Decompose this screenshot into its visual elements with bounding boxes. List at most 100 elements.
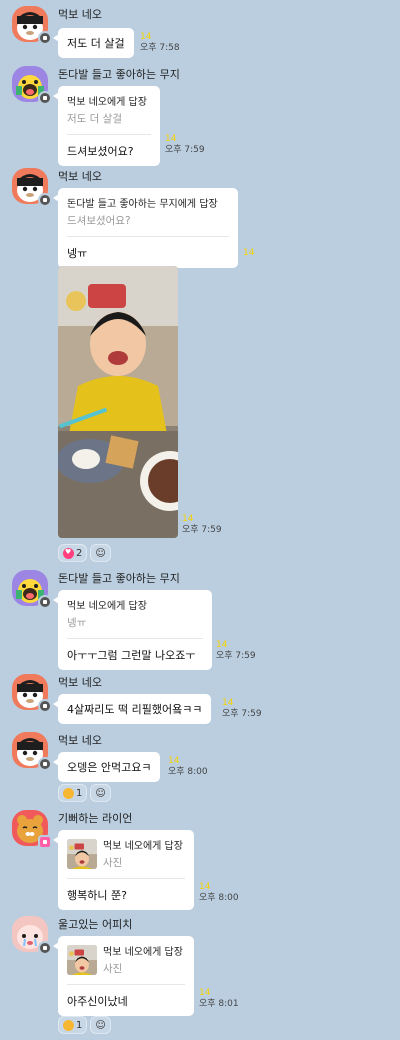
laugh-reaction[interactable]: 1: [58, 1016, 88, 1034]
message-meta: 14 오후 8:00: [168, 756, 208, 778]
message-text: 4살짜리도 떡 리필했어욬ㅋㅋ: [67, 703, 203, 716]
reactions-bar: 2 ☺: [58, 544, 111, 562]
message-text: 저도 더 살걸: [67, 37, 125, 50]
person-icon[interactable]: ☺: [90, 784, 111, 802]
person-icon[interactable]: ☺: [90, 544, 111, 562]
neo-avatar[interactable]: [12, 732, 52, 771]
profile-badge-icon: [38, 941, 52, 955]
message-bubble[interactable]: 오뎅은 안먹고요ㅋ: [52, 752, 161, 782]
reply-quote: 사진: [103, 963, 123, 975]
photo-thumbnail: [67, 945, 97, 975]
timestamp: 오후 7:58: [140, 43, 180, 53]
divider: [67, 236, 229, 237]
message-meta: 14 오후 7:59: [222, 698, 262, 720]
timestamp: 오후 7:59: [182, 525, 222, 535]
unread-count: 14: [165, 134, 177, 144]
muzi-avatar[interactable]: [12, 66, 52, 105]
reply-bubble[interactable]: 먹보 네오에게 답장 사진 행복하니 쭌?: [53, 830, 194, 910]
message-text: 아주신이났네: [67, 995, 128, 1008]
message-meta: 14: [243, 248, 254, 259]
laugh-reaction[interactable]: 1: [58, 784, 88, 802]
photo-thumbnail: [67, 839, 97, 869]
heart-icon: [63, 547, 74, 559]
sender-name: 기뻐하는 라이언: [58, 812, 133, 825]
message-text: 드셔보셨어요?: [67, 145, 134, 158]
message-meta: 14 오후 7:58: [140, 32, 180, 54]
neo-avatar[interactable]: [12, 674, 52, 713]
profile-badge-icon: [38, 31, 52, 45]
heart-reaction[interactable]: 2: [58, 544, 88, 562]
divider: [67, 638, 203, 639]
reply-target: 먹보 네오에게 답장: [67, 97, 147, 108]
shared-photo[interactable]: [58, 266, 178, 538]
message-text: 행복하니 쭌?: [67, 889, 127, 902]
unread-count: 14: [168, 756, 180, 766]
message-meta: 14 오후 7:59: [165, 134, 205, 156]
profile-badge-icon: [38, 699, 52, 713]
unread-count: 14: [216, 640, 228, 650]
message-meta: 14 오후 8:01: [199, 988, 239, 1010]
message-bubble[interactable]: 4살짜리도 떡 리필했어욬ㅋㅋ: [52, 694, 212, 724]
unread-count: 14: [182, 514, 194, 524]
divider: [67, 134, 151, 135]
message-text: 오뎅은 안먹고요ㅋ: [67, 761, 152, 774]
reply-quote: 사진: [103, 857, 123, 869]
neo-avatar[interactable]: [12, 6, 52, 45]
sender-name: 울고있는 어피치: [58, 918, 133, 931]
profile-badge-icon: [38, 193, 52, 207]
reply-header: 먹보 네오에게 답장 사진: [67, 943, 185, 976]
laugh-emoji-icon: [63, 1019, 74, 1031]
reply-bubble[interactable]: 돈다발 들고 좋아하는 무지에게 답장 드셔보셨어요? 넹ㅠ: [53, 188, 238, 268]
unread-count: 14: [222, 698, 234, 708]
timestamp: 오후 7:59: [165, 145, 205, 155]
muzi-avatar[interactable]: [12, 570, 52, 609]
timestamp: 오후 8:00: [199, 893, 239, 903]
unread-count: 14: [199, 882, 211, 892]
neo-avatar[interactable]: [12, 168, 52, 207]
profile-badge-icon: [38, 757, 52, 771]
person-icon[interactable]: ☺: [90, 1016, 111, 1034]
profile-badge-icon: [38, 835, 52, 849]
ryan-avatar[interactable]: [12, 810, 52, 849]
reactions-bar: 1 ☺: [58, 784, 111, 802]
reply-bubble[interactable]: 먹보 네오에게 답장 사진 아주신이났네: [53, 936, 194, 1016]
message-meta: 14 오후 7:59: [182, 514, 222, 536]
timestamp: 오후 8:01: [199, 999, 239, 1009]
reply-quote: 넹ㅠ: [67, 617, 87, 629]
reactions-bar: 1 ☺: [58, 1016, 111, 1034]
profile-badge-icon: [38, 595, 52, 609]
sender-name: 돈다발 들고 좋아하는 무지: [58, 68, 180, 81]
sender-name: 돈다발 들고 좋아하는 무지: [58, 572, 180, 585]
unread-count: 14: [243, 248, 255, 258]
unread-count: 14: [199, 988, 211, 998]
reaction-count: 2: [76, 547, 83, 559]
timestamp: 오후 7:59: [222, 709, 262, 719]
message-meta: 14 오후 8:00: [199, 882, 239, 904]
sender-name: 먹보 네오: [58, 676, 102, 689]
divider: [67, 878, 185, 879]
reply-quote: 드셔보셨어요?: [67, 215, 131, 227]
reply-header: 먹보 네오에게 답장 사진: [67, 837, 185, 870]
message-meta: 14 오후 7:59: [216, 640, 256, 662]
sender-name: 먹보 네오: [58, 8, 102, 21]
message-bubble[interactable]: 저도 더 살걸: [53, 28, 134, 58]
reaction-count: 1: [76, 787, 83, 799]
unread-count: 14: [140, 32, 152, 42]
sender-name: 먹보 네오: [58, 734, 102, 747]
timestamp: 오후 7:59: [216, 651, 256, 661]
profile-badge-icon: [38, 91, 52, 105]
reply-target: 먹보 네오에게 답장: [103, 947, 183, 958]
sender-name: 먹보 네오: [58, 170, 102, 183]
reply-target: 먹보 네오에게 답장: [67, 601, 147, 612]
apeach-avatar[interactable]: [12, 916, 52, 955]
laugh-emoji-icon: [63, 787, 74, 799]
reply-target: 먹보 네오에게 답장: [103, 841, 183, 852]
reply-bubble[interactable]: 먹보 네오에게 답장 저도 더 살걸 드셔보셨어요?: [53, 86, 160, 166]
divider: [67, 984, 185, 985]
timestamp: 오후 8:00: [168, 767, 208, 777]
reply-bubble[interactable]: 먹보 네오에게 답장 넹ㅠ 아ㅜㅜ그럼 그런말 나오죠ㅜ: [53, 590, 212, 670]
reaction-count: 1: [76, 1019, 83, 1031]
reply-quote: 저도 더 살걸: [67, 113, 122, 125]
reply-target: 돈다발 들고 좋아하는 무지에게 답장: [67, 199, 218, 210]
message-text: 넹ㅠ: [67, 247, 88, 260]
